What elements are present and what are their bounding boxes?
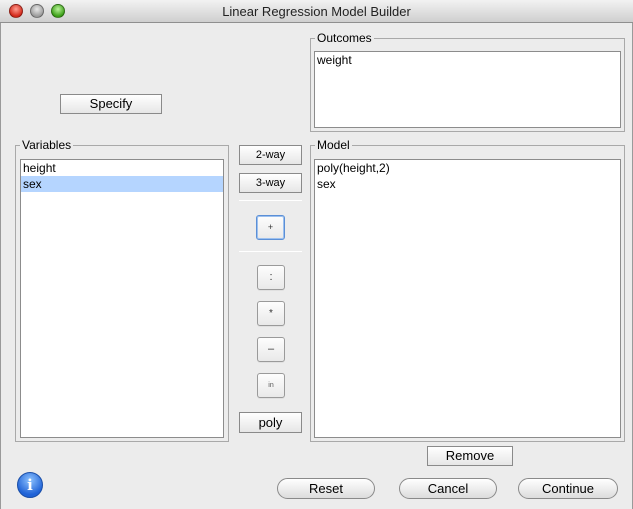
- outcomes-list[interactable]: weight: [314, 51, 621, 128]
- outcomes-group: Outcomes weight: [310, 31, 625, 132]
- title-bar: Linear Regression Model Builder: [0, 0, 633, 23]
- model-list[interactable]: poly(height,2) sex: [314, 159, 621, 438]
- continue-button[interactable]: Continue: [518, 478, 618, 499]
- in-operator-button[interactable]: in: [257, 373, 285, 398]
- star-operator-button[interactable]: *: [257, 301, 285, 326]
- three-way-button[interactable]: 3-way: [239, 173, 302, 193]
- colon-operator-button[interactable]: :: [257, 265, 285, 290]
- model-label: Model: [315, 138, 352, 152]
- info-icon[interactable]: i: [17, 472, 43, 498]
- minus-operator-button[interactable]: –: [257, 337, 285, 362]
- list-item-selected[interactable]: sex: [21, 176, 223, 192]
- cancel-button[interactable]: Cancel: [399, 478, 497, 499]
- dialog-content: Outcomes weight Specify Variables height…: [0, 23, 633, 509]
- list-item[interactable]: poly(height,2): [315, 160, 620, 176]
- list-item[interactable]: weight: [315, 52, 620, 68]
- variables-group: Variables height sex: [15, 138, 229, 442]
- poly-button[interactable]: poly: [239, 412, 302, 433]
- two-way-button[interactable]: 2-way: [239, 145, 302, 165]
- window-title: Linear Regression Model Builder: [222, 4, 411, 19]
- list-item[interactable]: height: [21, 160, 223, 176]
- plus-operator-button[interactable]: +: [256, 215, 285, 240]
- outcomes-label: Outcomes: [315, 31, 374, 45]
- reset-button[interactable]: Reset: [277, 478, 375, 499]
- separator: [239, 200, 302, 201]
- model-group: Model poly(height,2) sex: [310, 138, 625, 442]
- list-item[interactable]: sex: [315, 176, 620, 192]
- separator: [239, 251, 302, 252]
- variables-label: Variables: [20, 138, 74, 152]
- specify-button[interactable]: Specify: [60, 94, 162, 114]
- remove-button[interactable]: Remove: [427, 446, 513, 466]
- variables-list[interactable]: height sex: [20, 159, 224, 438]
